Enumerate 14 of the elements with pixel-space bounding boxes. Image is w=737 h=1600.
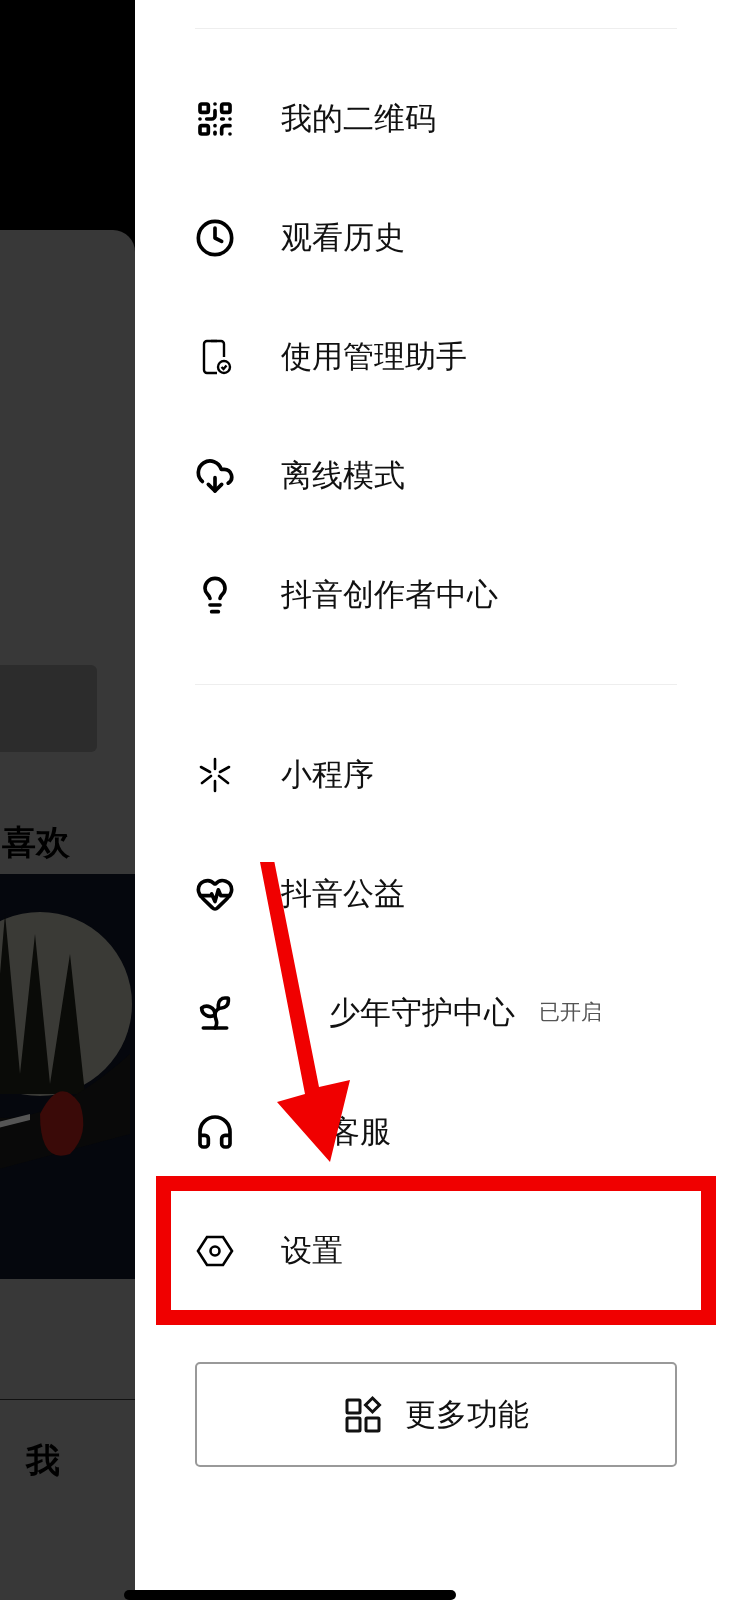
status-label: 已开启 [539,998,602,1026]
grid-icon [343,1394,383,1435]
more-features-button[interactable]: 更多功能 [195,1362,677,1467]
menu-item[interactable]: 小程序 [195,715,677,834]
clock-icon [195,217,235,258]
section-heading: 喜欢 [1,822,71,862]
menu-item[interactable]: 离线模式 [195,416,677,535]
menu-item[interactable]: 抖音创作者中心 [195,535,677,654]
menu-item[interactable]: 我的二维码 [195,59,677,178]
menu-item[interactable]: 抖音公益 [195,834,677,953]
menu-item[interactable]: 使用管理助手 [195,297,677,416]
menu-item[interactable]: 观看历史 [195,178,677,297]
menu-item[interactable]: 设置 [171,1191,701,1310]
menu-item[interactable]: 少年守护中心 已开启 [195,953,677,1072]
